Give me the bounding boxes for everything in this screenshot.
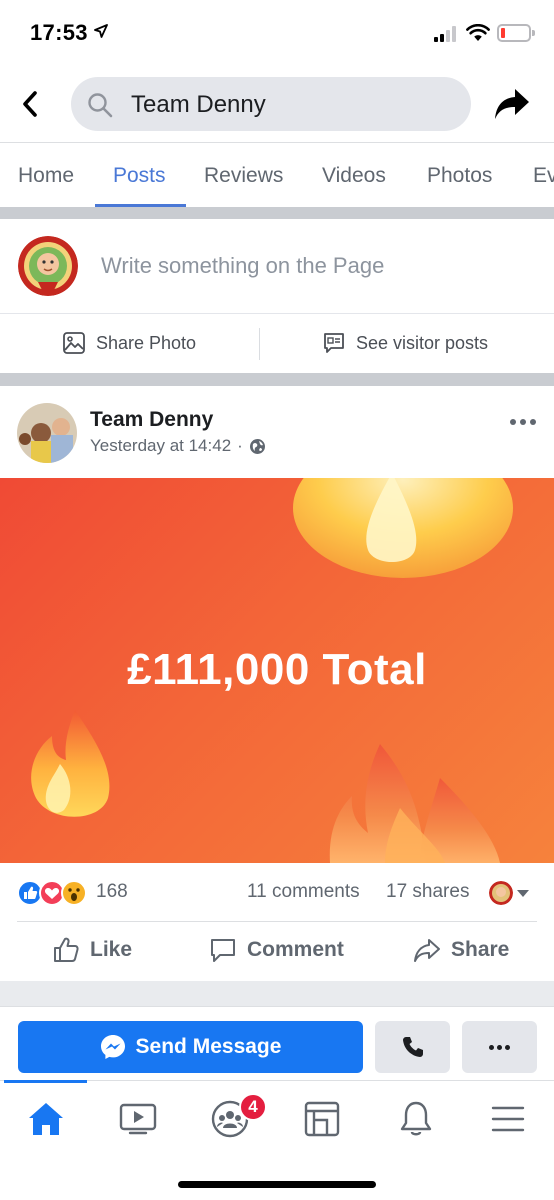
back-button[interactable]	[14, 86, 46, 122]
bottom-tab-bar: 4	[0, 1080, 554, 1155]
tab-photos[interactable]: Photos	[427, 143, 492, 208]
call-button[interactable]	[375, 1021, 450, 1073]
nav-notifications[interactable]	[394, 1097, 438, 1141]
post-timestamp[interactable]: Yesterday at 14:42	[90, 436, 231, 456]
globe-icon	[249, 438, 265, 454]
tab-events[interactable]: Ev	[533, 143, 554, 208]
status-time: 17:53	[30, 20, 88, 45]
tab-videos[interactable]: Videos	[322, 143, 386, 208]
battery-icon	[497, 24, 535, 42]
section-divider	[0, 373, 554, 386]
page-tabs: Home Posts Reviews Videos Photos Ev	[0, 142, 554, 208]
search-icon	[88, 93, 113, 118]
send-message-button[interactable]: Send Message	[18, 1021, 363, 1073]
share-icon	[414, 939, 440, 962]
shares-count[interactable]: 17 shares	[386, 881, 469, 903]
mini-page-avatar-image	[489, 881, 513, 905]
meta-separator: ·	[237, 436, 243, 455]
thumbs-up-icon	[54, 937, 79, 962]
reaction-count[interactable]: 168	[96, 881, 128, 903]
composer-input[interactable]: Write something on the Page	[101, 253, 384, 279]
search-text: Team Denny	[131, 91, 266, 118]
cellular-signal-icon	[434, 26, 456, 42]
comment-button[interactable]: Comment	[209, 936, 344, 964]
messenger-icon	[100, 1035, 125, 1059]
comment-bubble-icon	[211, 939, 235, 962]
share-label: Share	[451, 938, 510, 961]
post-image-text: £111,000 Total	[127, 645, 427, 694]
phone-icon	[402, 1037, 423, 1057]
menu-icon	[491, 1106, 525, 1132]
share-button[interactable]: Share	[413, 936, 509, 964]
chevron-down-icon[interactable]	[517, 890, 529, 897]
groups-notification-badge: 4	[239, 1093, 267, 1121]
reactions-bar: 168 11 comments 17 shares	[0, 863, 554, 921]
nav-menu[interactable]	[486, 1097, 530, 1141]
send-message-label: Send Message	[135, 1035, 282, 1058]
share-photo-button[interactable]: Share Photo	[62, 331, 196, 355]
chevron-left-icon	[23, 91, 37, 117]
location-arrow-icon	[94, 24, 108, 38]
see-visitor-posts-button[interactable]: See visitor posts	[322, 331, 488, 355]
search-bar[interactable]: Team Denny	[71, 77, 471, 131]
comments-count[interactable]: 11 comments	[247, 881, 360, 903]
share-page-button[interactable]	[490, 82, 534, 126]
post-composer: Write something on the Page	[0, 219, 554, 313]
home-indicator[interactable]	[178, 1181, 376, 1188]
nav-pages[interactable]	[300, 1097, 344, 1141]
post-actions: Like Comment Share	[17, 921, 537, 981]
tab-home[interactable]: Home	[18, 143, 74, 208]
home-icon	[29, 1103, 63, 1135]
nav-home[interactable]	[24, 1097, 68, 1141]
post-author-name[interactable]: Team Denny	[90, 408, 213, 432]
share-photo-label: Share Photo	[96, 332, 197, 353]
bell-icon	[400, 1101, 432, 1136]
nav-watch[interactable]	[116, 1097, 160, 1141]
reactions-summary-icon[interactable]	[17, 880, 91, 906]
page-avatar-image	[18, 236, 78, 296]
like-button[interactable]: Like	[52, 936, 132, 964]
page-avatar[interactable]	[18, 236, 78, 296]
tab-reviews[interactable]: Reviews	[204, 143, 283, 208]
visitor-posts-icon	[324, 333, 344, 353]
post-header: Team Denny Yesterday at 14:42 ·	[0, 386, 554, 478]
post-more-options-button[interactable]	[510, 414, 540, 430]
more-actions-button[interactable]	[462, 1021, 537, 1073]
actions-divider	[259, 328, 260, 360]
reacting-as-avatar[interactable]	[489, 881, 513, 905]
post-meta: Yesterday at 14:42 ·	[90, 436, 266, 456]
section-divider	[0, 207, 554, 219]
page-header: Team Denny	[0, 68, 554, 142]
status-bar: 17:53	[0, 0, 554, 68]
wifi-icon	[466, 24, 490, 41]
active-nav-indicator	[4, 1080, 87, 1083]
comment-label: Comment	[247, 938, 344, 961]
author-avatar-image	[17, 403, 77, 463]
composer-actions: Share Photo See visitor posts	[0, 313, 554, 373]
post-image[interactable]: £111,000 Total	[0, 478, 554, 863]
visitor-posts-label: See visitor posts	[356, 332, 489, 353]
watch-icon	[119, 1103, 157, 1135]
post-author-avatar[interactable]	[17, 403, 77, 463]
section-divider	[0, 981, 554, 1006]
photo-icon	[63, 332, 85, 354]
like-label: Like	[90, 938, 133, 961]
pages-icon	[304, 1101, 340, 1137]
tab-posts[interactable]: Posts	[113, 143, 166, 208]
share-arrow-icon	[495, 89, 529, 119]
